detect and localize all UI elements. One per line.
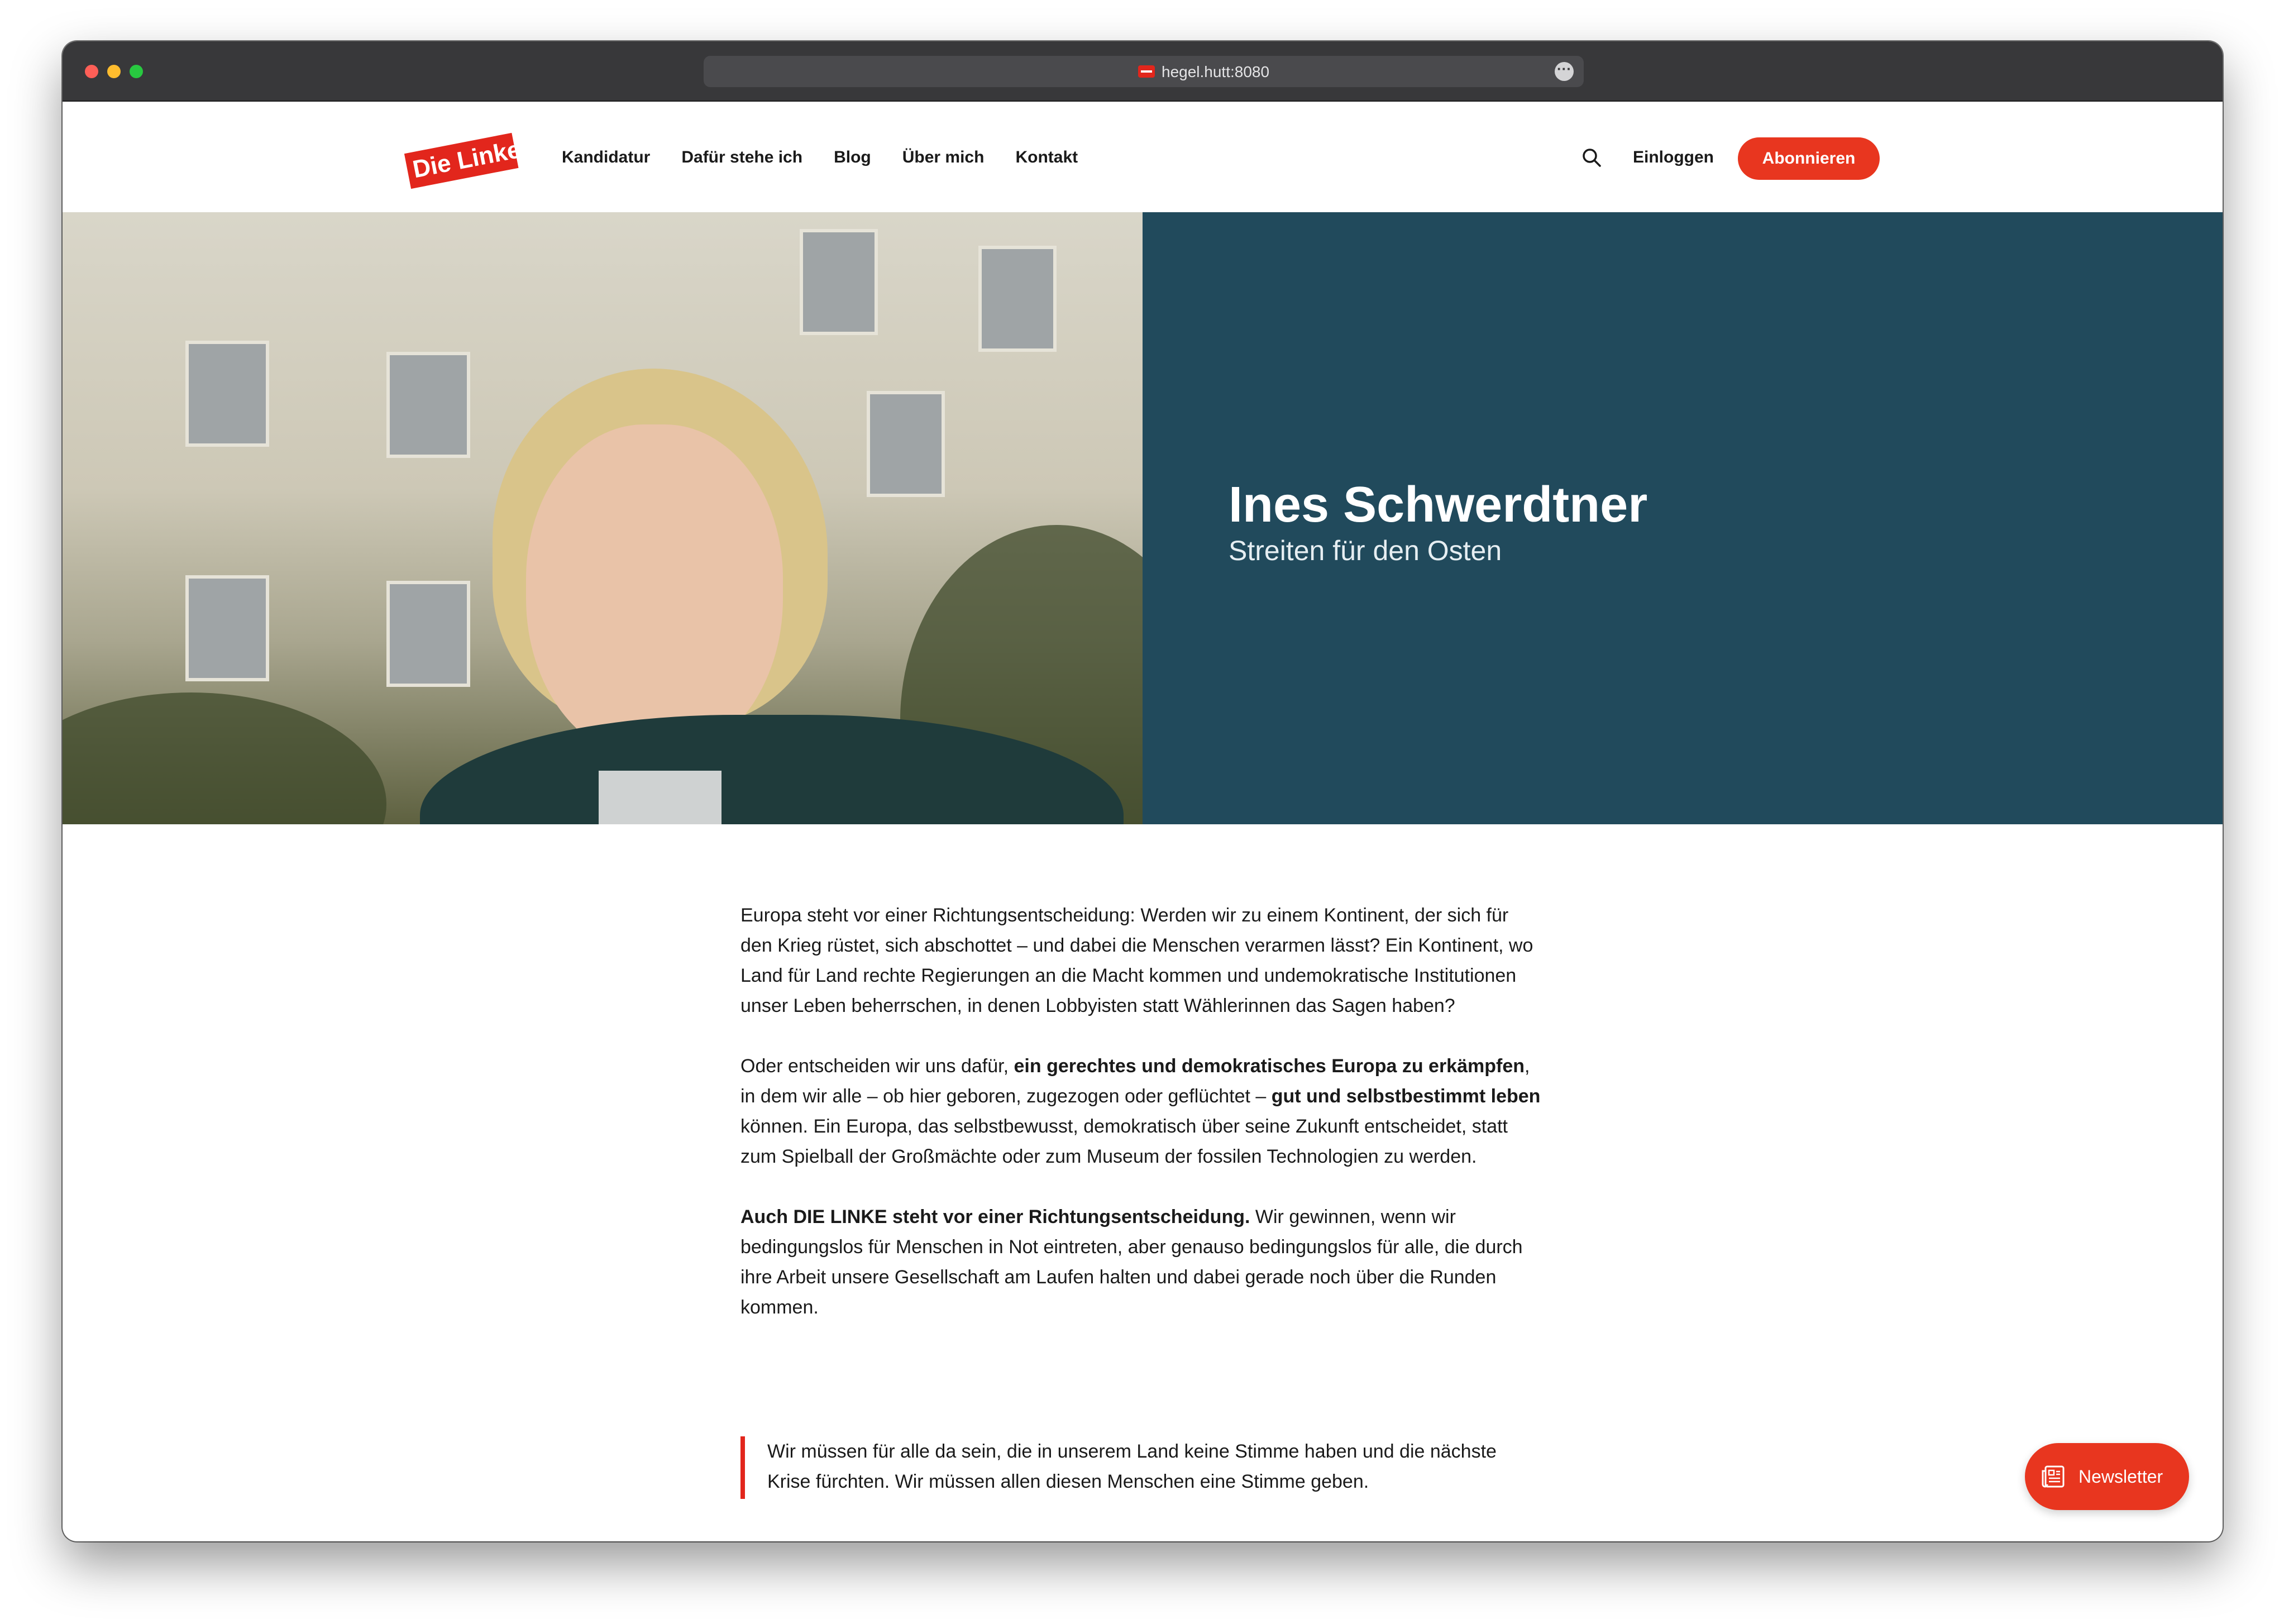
nav-link-kandidatur[interactable]: Kandidatur <box>562 146 650 169</box>
background-window <box>800 229 878 335</box>
main-navigation: Kandidatur Dafür stehe ich Blog Über mic… <box>562 146 1109 169</box>
subscribe-button[interactable]: Abonnieren <box>1738 137 1880 180</box>
paragraph-2-bold: ein gerechtes und demokratisches Europa … <box>1014 1055 1525 1077</box>
hero-subtitle: Streiten für den Osten <box>1229 535 1502 566</box>
browser-window: hegel.hutt:8080 ··· Die Linke Kandidatur… <box>63 41 2223 1541</box>
hero-section: Ines Schwerdtner Streiten für den Osten <box>63 212 2223 824</box>
site-header: Die Linke Kandidatur Dafür stehe ich Blo… <box>63 102 2223 212</box>
background-window <box>185 341 269 447</box>
person-shirt <box>599 771 721 824</box>
browser-titlebar: hegel.hutt:8080 ··· <box>63 41 2223 102</box>
candidate-photo <box>63 212 1143 824</box>
zoom-window-button[interactable] <box>130 65 143 78</box>
paragraph-2: Oder entscheiden wir uns dafür, ein gere… <box>740 1051 1545 1172</box>
paragraph-2-text: Oder entscheiden wir uns dafür, <box>740 1055 1014 1077</box>
background-window <box>867 391 945 497</box>
article-body: Europa steht vor einer Richtungsentschei… <box>740 900 1545 1353</box>
newsletter-button[interactable]: Newsletter <box>2025 1443 2189 1510</box>
paragraph-3: Auch DIE LINKE steht vor einer Richtungs… <box>740 1202 1545 1322</box>
background-window <box>185 575 269 681</box>
background-shrub <box>63 692 386 824</box>
paragraph-3-bold: Auch DIE LINKE steht vor einer Richtungs… <box>740 1206 1250 1227</box>
close-window-button[interactable] <box>85 65 98 78</box>
minimize-window-button[interactable] <box>107 65 121 78</box>
hero-title: Ines Schwerdtner <box>1229 477 1648 533</box>
nav-link-ueber-mich[interactable]: Über mich <box>902 146 985 169</box>
newspaper-icon <box>2042 1465 2065 1488</box>
background-window <box>386 352 470 458</box>
address-bar[interactable]: hegel.hutt:8080 ··· <box>704 56 1584 87</box>
person-face <box>526 424 783 760</box>
paragraph-1: Europa steht vor einer Richtungsentschei… <box>740 905 1533 1016</box>
hero-title-panel: Ines Schwerdtner Streiten für den Osten <box>1143 212 2223 824</box>
background-window <box>978 246 1057 352</box>
login-link[interactable]: Einloggen <box>1633 146 1714 169</box>
ellipsis-icon[interactable]: ··· <box>1555 61 1574 81</box>
paragraph-2-bold: gut und selbstbestimmt leben <box>1271 1086 1541 1107</box>
newsletter-label: Newsletter <box>2078 1467 2163 1487</box>
die-linke-logo[interactable]: Die Linke <box>403 127 523 193</box>
address-url: hegel.hutt:8080 <box>1162 63 1270 80</box>
paragraph-2-text: können. Ein Europa, das selbstbewusst, d… <box>740 1116 1508 1167</box>
pull-quote: Wir müssen für alle da sein, die in unse… <box>740 1436 1545 1499</box>
nav-link-kontakt[interactable]: Kontakt <box>1015 146 1078 169</box>
nav-link-blog[interactable]: Blog <box>834 146 871 169</box>
nav-link-dafuer-stehe-ich[interactable]: Dafür stehe ich <box>681 146 802 169</box>
search-icon[interactable] <box>1580 146 1603 169</box>
site-favicon-icon <box>1138 65 1155 78</box>
background-window <box>386 581 470 687</box>
